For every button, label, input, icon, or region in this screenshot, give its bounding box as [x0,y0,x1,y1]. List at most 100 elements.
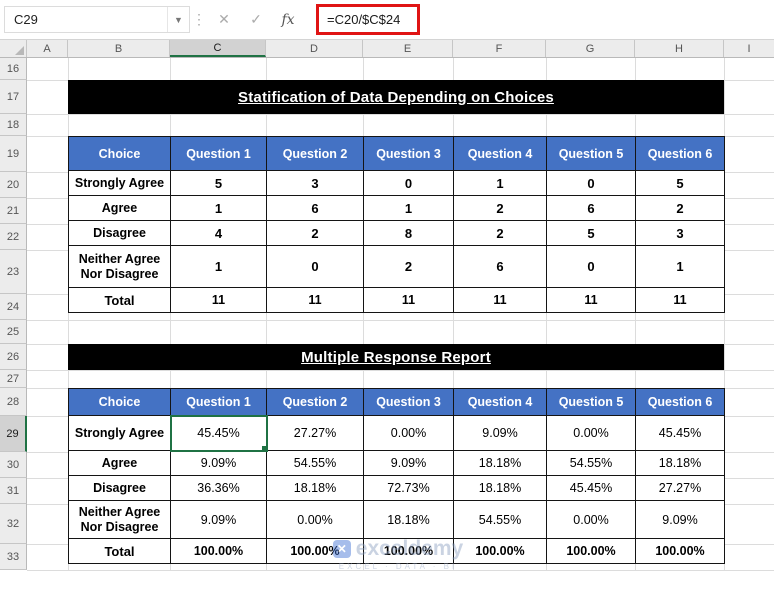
cancel-icon[interactable]: ✕ [208,6,240,33]
cell-E28[interactable]: Question 3 [363,388,454,416]
cell-B28[interactable]: Choice [68,388,171,416]
cell-C24[interactable]: 11 [170,287,267,313]
cell-D29[interactable]: 27.27% [266,415,364,451]
cell-G20[interactable]: 0 [546,170,636,196]
col-header-I[interactable]: I [724,40,774,57]
row-header-22[interactable]: 22 [0,224,27,250]
cell-G28[interactable]: Question 5 [546,388,636,416]
col-header-D[interactable]: D [266,40,363,57]
cell-E24[interactable]: 11 [363,287,454,313]
cell-G23[interactable]: 0 [546,245,636,288]
cell-F33[interactable]: 100.00% [453,538,547,564]
cell-D28[interactable]: Question 2 [266,388,364,416]
cell-H30[interactable]: 18.18% [635,450,725,476]
cell-C33[interactable]: 100.00% [170,538,267,564]
col-header-E[interactable]: E [363,40,453,57]
cell-D31[interactable]: 18.18% [266,475,364,501]
cell-G24[interactable]: 11 [546,287,636,313]
cell-C23[interactable]: 1 [170,245,267,288]
cell-G32[interactable]: 0.00% [546,500,636,539]
cell-F30[interactable]: 18.18% [453,450,547,476]
cell-D30[interactable]: 54.55% [266,450,364,476]
col-header-F[interactable]: F [453,40,546,57]
col-header-C[interactable]: C [170,40,266,57]
cell-C29-selected[interactable]: 45.45% [169,414,268,452]
cell-H33[interactable]: 100.00% [635,538,725,564]
enter-icon[interactable]: ✓ [240,6,272,33]
row-header-33[interactable]: 33 [0,544,27,570]
cell-B22[interactable]: Disagree [68,220,171,246]
col-header-A[interactable]: A [27,40,68,57]
cell-F28[interactable]: Question 4 [453,388,547,416]
cell-B30[interactable]: Agree [68,450,171,476]
cell-E19[interactable]: Question 3 [363,136,454,171]
cell-E30[interactable]: 9.09% [363,450,454,476]
cell-G30[interactable]: 54.55% [546,450,636,476]
cell-B21[interactable]: Agree [68,195,171,221]
cell-B33[interactable]: Total [68,538,171,564]
cell-C22[interactable]: 4 [170,220,267,246]
cell-H22[interactable]: 3 [635,220,725,246]
cell-G21[interactable]: 6 [546,195,636,221]
row-header-21[interactable]: 21 [0,198,27,224]
cell-F20[interactable]: 1 [453,170,547,196]
row-header-20[interactable]: 20 [0,172,27,198]
table1-title-banner[interactable]: Statification of Data Depending on Choic… [68,80,724,114]
cell-E20[interactable]: 0 [363,170,454,196]
row-header-23[interactable]: 23 [0,250,27,294]
table2-title-banner[interactable]: Multiple Response Report [68,344,724,370]
cell-G31[interactable]: 45.45% [546,475,636,501]
select-all-corner[interactable] [0,40,27,57]
row-header-18[interactable]: 18 [0,114,27,136]
cell-C30[interactable]: 9.09% [170,450,267,476]
cell-F22[interactable]: 2 [453,220,547,246]
row-header-28[interactable]: 28 [0,388,27,416]
cell-F31[interactable]: 18.18% [453,475,547,501]
cell-E23[interactable]: 2 [363,245,454,288]
cell-F23[interactable]: 6 [453,245,547,288]
cell-D22[interactable]: 2 [266,220,364,246]
row-header-16[interactable]: 16 [0,58,27,80]
cell-D23[interactable]: 0 [266,245,364,288]
cell-C21[interactable]: 1 [170,195,267,221]
cell-F21[interactable]: 2 [453,195,547,221]
cell-C28[interactable]: Question 1 [170,388,267,416]
name-box[interactable]: C29 ▼ [4,6,190,33]
cell-H28[interactable]: Question 6 [635,388,725,416]
cell-H23[interactable]: 1 [635,245,725,288]
cell-G33[interactable]: 100.00% [546,538,636,564]
cell-F19[interactable]: Question 4 [453,136,547,171]
row-header-17[interactable]: 17 [0,80,27,114]
cell-B32[interactable]: Neither Agree Nor Disagree [68,500,171,539]
cell-B23[interactable]: Neither Agree Nor Disagree [68,245,171,288]
name-box-dropdown-icon[interactable]: ▼ [167,7,189,32]
row-header-32[interactable]: 32 [0,504,27,544]
cell-C31[interactable]: 36.36% [170,475,267,501]
row-header-31[interactable]: 31 [0,478,27,504]
cell-G29[interactable]: 0.00% [546,415,636,451]
cell-C32[interactable]: 9.09% [170,500,267,539]
cell-F29[interactable]: 9.09% [453,415,547,451]
cell-E22[interactable]: 8 [363,220,454,246]
row-header-24[interactable]: 24 [0,294,27,320]
cell-G22[interactable]: 5 [546,220,636,246]
col-header-B[interactable]: B [68,40,170,57]
col-header-H[interactable]: H [635,40,724,57]
row-header-19[interactable]: 19 [0,136,27,172]
cell-D33[interactable]: 100.00% [266,538,364,564]
cell-C20[interactable]: 5 [170,170,267,196]
cell-G19[interactable]: Question 5 [546,136,636,171]
cell-F32[interactable]: 54.55% [453,500,547,539]
cell-D21[interactable]: 6 [266,195,364,221]
cell-E32[interactable]: 18.18% [363,500,454,539]
cell-H21[interactable]: 2 [635,195,725,221]
cell-C19[interactable]: Question 1 [170,136,267,171]
cell-B31[interactable]: Disagree [68,475,171,501]
cell-D24[interactable]: 11 [266,287,364,313]
cell-D19[interactable]: Question 2 [266,136,364,171]
row-header-27[interactable]: 27 [0,370,27,388]
cell-E33[interactable]: 100.00% [363,538,454,564]
row-header-30[interactable]: 30 [0,452,27,478]
cell-H20[interactable]: 5 [635,170,725,196]
cell-H31[interactable]: 27.27% [635,475,725,501]
